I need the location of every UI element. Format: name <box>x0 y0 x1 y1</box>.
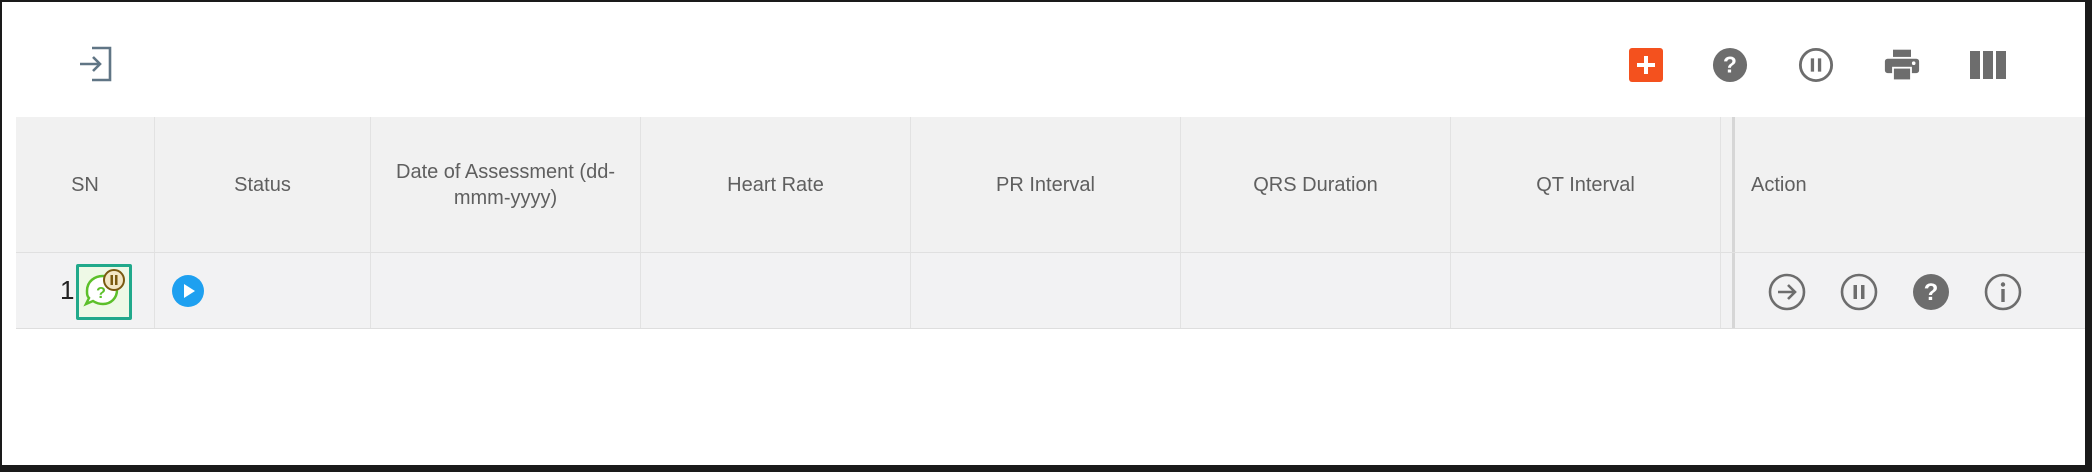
columns-button[interactable] <box>1970 47 2006 83</box>
print-icon <box>1884 49 1920 82</box>
app-frame: ? SN Status Date of Assessment (dd-mmm-y… <box>0 0 2092 472</box>
help-button[interactable]: ? <box>1712 47 1748 83</box>
info-circle-icon[interactable] <box>1984 273 2022 311</box>
cell-sn: 1 ? <box>16 253 155 328</box>
toolbar: ? <box>16 2 2085 117</box>
column-header-qrs-duration[interactable]: QRS Duration <box>1181 117 1451 252</box>
help-circle-icon[interactable]: ? <box>1912 273 1950 311</box>
column-header-action: Action <box>1732 117 2085 252</box>
pause-circle-icon[interactable] <box>1840 273 1878 311</box>
print-button[interactable] <box>1884 47 1920 83</box>
column-header-heart-rate[interactable]: Heart Rate <box>641 117 911 252</box>
cell-qrs-duration <box>1181 253 1451 328</box>
play-circle-icon[interactable] <box>172 275 204 307</box>
add-button[interactable] <box>1628 47 1664 83</box>
svg-text:?: ? <box>1924 279 1939 306</box>
row-sn: 1 <box>60 275 75 305</box>
pause-circle-icon <box>1798 47 1834 83</box>
table-header-row: SN Status Date of Assessment (dd-mmm-yyy… <box>16 117 2085 253</box>
chat-question-paused-icon[interactable]: ? <box>76 264 132 320</box>
arrow-right-circle-icon[interactable] <box>1768 273 1806 311</box>
column-header-sn[interactable]: SN <box>16 117 155 252</box>
cell-heart-rate <box>641 253 911 328</box>
cell-pr-interval <box>911 253 1181 328</box>
svg-text:?: ? <box>1723 52 1737 78</box>
sign-in-icon[interactable] <box>78 44 114 84</box>
column-header-date[interactable]: Date of Assessment (dd-mmm-yyyy) <box>371 117 641 252</box>
add-icon <box>1629 48 1663 82</box>
cell-status <box>155 253 371 328</box>
column-header-status[interactable]: Status <box>155 117 371 252</box>
column-header-pr-interval[interactable]: PR Interval <box>911 117 1181 252</box>
content-area: ? SN Status Date of Assessment (dd-mmm-y… <box>16 2 2085 465</box>
svg-text:?: ? <box>96 285 106 302</box>
cell-date <box>371 253 641 328</box>
cell-qt-interval <box>1451 253 1721 328</box>
cell-actions: ? <box>1732 253 2085 328</box>
view-column-icon <box>1970 51 2006 79</box>
table-row: 1 ? ? <box>16 253 2085 329</box>
help-circle-icon: ? <box>1712 47 1748 83</box>
column-header-qt-interval[interactable]: QT Interval <box>1451 117 1721 252</box>
pause-button[interactable] <box>1798 47 1834 83</box>
